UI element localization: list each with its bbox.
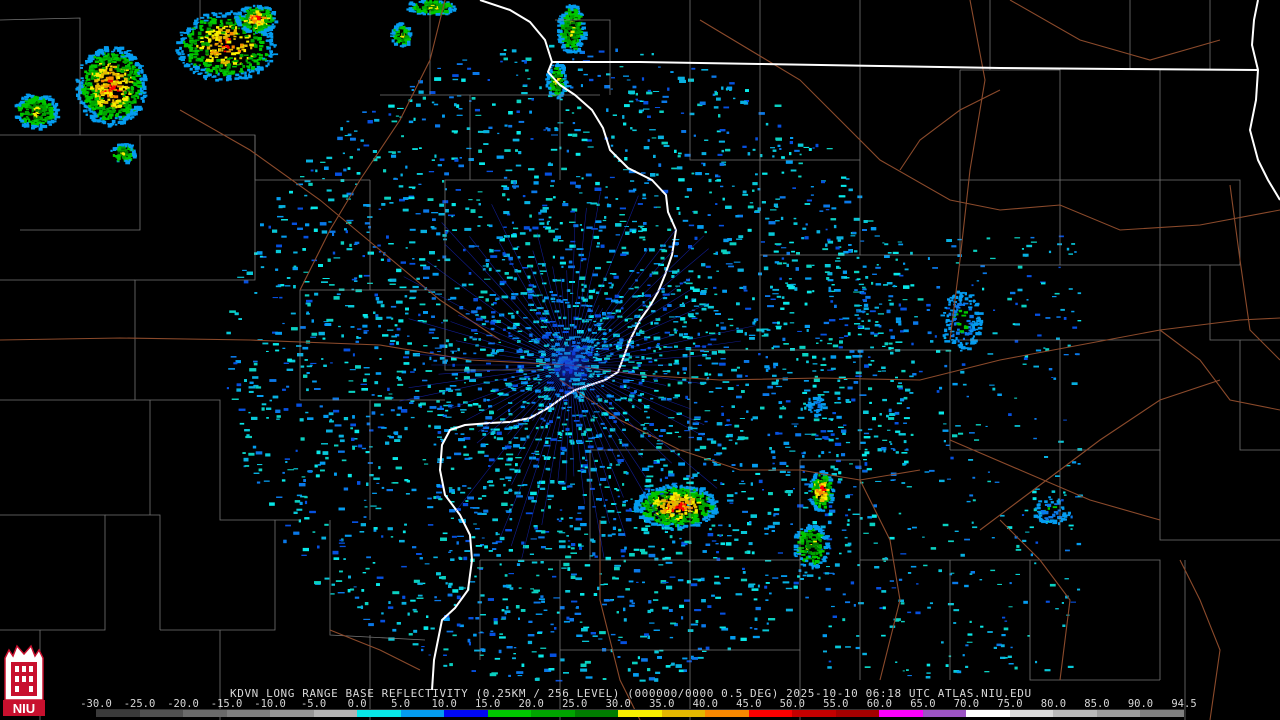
colorbar-segment bbox=[357, 710, 401, 717]
colorbar-segment bbox=[96, 710, 140, 717]
colorbar-segment bbox=[531, 710, 575, 717]
colorbar-segment bbox=[313, 710, 358, 717]
colorbar-segment bbox=[922, 710, 967, 717]
colorbar-segment bbox=[1009, 710, 1054, 717]
colorbar-segment bbox=[487, 710, 532, 717]
colorbar-segment bbox=[400, 710, 445, 717]
niu-logo-text: NIU bbox=[13, 701, 35, 716]
colorbar-segment bbox=[1053, 710, 1097, 717]
colorbar-segment bbox=[1096, 710, 1141, 717]
colorbar-segment bbox=[183, 710, 227, 717]
colorbar-segment bbox=[139, 710, 184, 717]
colorbar-segment bbox=[618, 710, 662, 717]
colorbar-segment bbox=[748, 710, 793, 717]
colorbar-segment bbox=[1140, 710, 1184, 717]
colorbar-segment bbox=[444, 710, 488, 717]
colorbar-segment bbox=[574, 710, 619, 717]
radar-map bbox=[0, 0, 1280, 720]
colorbar-segment bbox=[966, 710, 1010, 717]
reflectivity-colorbar bbox=[96, 709, 1184, 717]
colorbar-segment bbox=[835, 710, 880, 717]
colorbar-segment bbox=[661, 710, 706, 717]
colorbar-segment bbox=[705, 710, 749, 717]
colorbar-segment bbox=[879, 710, 923, 717]
colorbar-segment bbox=[226, 710, 271, 717]
colorbar-segment bbox=[792, 710, 836, 717]
colorbar-segment bbox=[270, 710, 314, 717]
niu-logo: NIU bbox=[3, 644, 45, 716]
